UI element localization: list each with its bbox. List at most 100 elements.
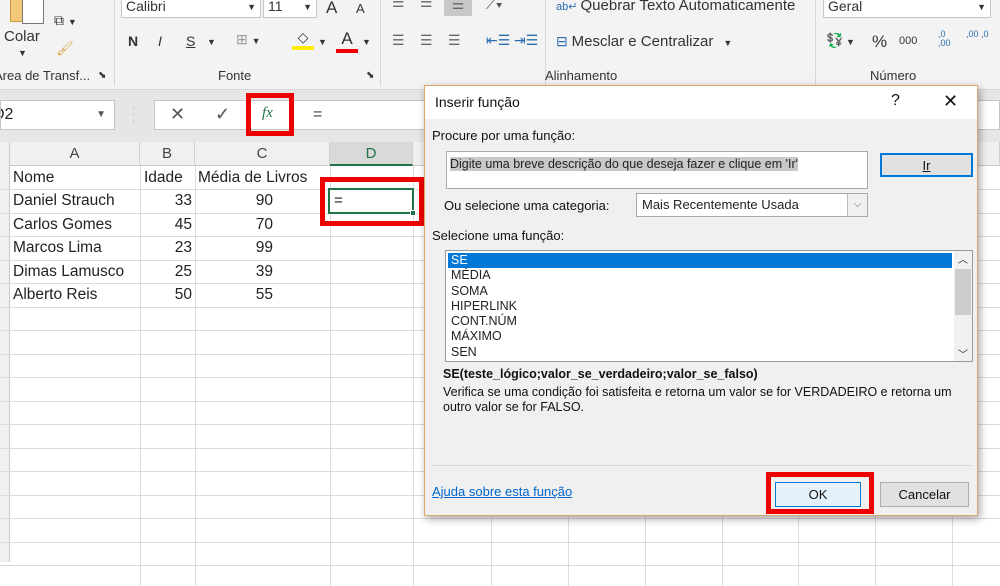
header-nome[interactable]: Nome [13,166,54,189]
decrease-decimal-button[interactable]: ,00 ,0 [966,30,992,39]
help-button[interactable]: ? [891,92,900,110]
underline-button[interactable]: S [186,33,195,49]
align-right-icon[interactable]: ☰ [448,32,461,49]
header-idade[interactable]: Idade [144,166,183,189]
font-size-select[interactable]: 11 ▼ [263,0,317,18]
font-color-button[interactable]: A [336,29,358,53]
paste-button[interactable]: Colar [4,28,40,45]
scroll-up-icon[interactable]: ︿ [954,251,972,267]
cell-age[interactable]: 25 [140,260,192,283]
cell-name[interactable]: Dimas Lamusco [13,260,124,283]
format-painter-icon[interactable]: 🖌 [56,40,74,57]
borders-icon[interactable]: ⊞ ▼ [236,31,261,48]
function-list-item[interactable]: CONT.NÚM [448,314,952,329]
wrap-text-label: Quebrar Texto Automaticamente [580,0,796,14]
shrink-font-button[interactable]: A [356,1,365,16]
close-button[interactable]: ✕ [943,91,958,112]
function-list-item[interactable]: SEN [448,345,952,360]
currency-icon[interactable]: 💱 ▼ [826,32,855,49]
column-header-a[interactable]: A [10,142,140,166]
column-header-d[interactable]: D [330,142,413,166]
font-color-dropdown-icon[interactable]: ▼ [362,37,371,47]
header-media[interactable]: Média de Livros [198,166,307,189]
number-format-select[interactable]: Geral ▼ [823,0,991,18]
function-list-item[interactable]: SE [448,253,952,269]
chevron-down-icon[interactable]: ⌵ [847,194,867,216]
merge-center-label: Mesclar e Centralizar [571,33,714,50]
percent-button[interactable]: % [872,32,887,52]
wrap-text-button[interactable]: ab↵ Quebrar Texto Automaticamente [556,0,795,14]
align-middle-icon[interactable]: ☰ [420,0,433,11]
cell-age[interactable]: 23 [140,236,192,259]
number-format-value: Geral [828,0,863,14]
cell-avg[interactable]: 70 [195,213,273,236]
row-gridline [0,565,1000,566]
column-gridline [413,166,414,586]
formula-input[interactable]: = [313,106,322,124]
function-list-item[interactable]: MÉDIA [448,268,952,283]
column-header-c[interactable]: C [195,142,330,166]
align-bottom-icon[interactable]: ☰ [444,0,472,16]
font-name-select[interactable]: Calibri ▼ [121,0,261,18]
cancel-formula-button[interactable]: ✕ [170,104,185,125]
help-link[interactable]: Ajuda sobre esta função [432,484,572,499]
clipboard-launcher-icon[interactable]: ⬊ [98,70,106,81]
list-scrollbar[interactable]: ︿ ﹀ [954,251,972,361]
function-list-item[interactable]: SOMA [448,284,952,299]
category-select-value: Mais Recentemente Usada [642,197,799,212]
highlight-fx-button [246,93,294,136]
orientation-icon[interactable]: ⟋▾ [486,0,503,13]
cell-age[interactable]: 50 [140,283,192,306]
thousands-button[interactable]: 000 [899,35,917,47]
cell-age[interactable]: 33 [140,189,192,212]
fill-color-icon[interactable]: ◇ [292,29,314,50]
alignment-group-label: Alinhamento [545,68,618,83]
search-input-text: Digite uma breve descrição do que deseja… [450,157,799,171]
cell-avg[interactable]: 90 [195,189,273,212]
paste-dropdown-icon[interactable]: ▼ [18,48,27,58]
cell-name[interactable]: Marcos Lima [13,236,102,259]
function-list-item[interactable]: MÁXIMO [448,329,952,344]
scroll-down-icon[interactable]: ﹀ [954,346,972,361]
cell-name[interactable]: Alberto Reis [13,283,97,306]
align-center-icon[interactable]: ☰ [420,32,433,49]
search-input[interactable]: Digite uma breve descrição do que deseja… [446,151,868,189]
dialog-title-bar: Inserir função ? ✕ [425,86,977,119]
scroll-thumb[interactable] [955,269,971,315]
cell-avg[interactable]: 55 [195,283,273,306]
font-launcher-icon[interactable]: ⬊ [366,70,374,81]
cell-avg[interactable]: 99 [195,236,273,259]
row-gridline [0,541,1000,543]
cell-name[interactable]: Carlos Gomes [13,213,112,236]
highlight-active-cell [320,177,424,226]
increase-indent-icon[interactable]: ⇥☰ [514,32,538,49]
align-left-icon[interactable]: ☰ [392,32,405,49]
underline-dropdown-icon[interactable]: ▼ [207,37,216,47]
column-header-b[interactable]: B [140,142,195,166]
fill-dropdown-icon[interactable]: ▼ [318,37,327,47]
go-button[interactable]: Ir [880,153,973,177]
decrease-indent-icon[interactable]: ⇤☰ [486,32,510,49]
cell-avg[interactable]: 39 [195,260,273,283]
enter-formula-button[interactable]: ✓ [215,104,230,125]
increase-decimal-button[interactable]: ,0 ,00 [938,30,960,48]
cell-age[interactable]: 45 [140,213,192,236]
copy-icon[interactable]: ⧉ ▼ [54,12,77,29]
formula-bar-grip[interactable]: · · · [132,103,135,127]
merge-center-button[interactable]: ⊟ Mesclar e Centralizar ▼ [556,33,732,50]
dialog-divider [432,465,972,466]
column-gridline [330,166,331,586]
grow-font-button[interactable]: A [326,0,337,18]
dialog-title: Inserir função [435,94,520,110]
cancel-button[interactable]: Cancelar [880,482,969,507]
function-description: Verifica se uma condição foi satisfeita … [443,385,952,414]
cell-name[interactable]: Daniel Strauch [13,189,115,212]
function-list[interactable]: SE MÉDIA SOMA HIPERLINK CONT.NÚM MÁXIMO SEN ︿ … [445,250,973,362]
italic-button[interactable]: I [158,33,162,49]
bold-button[interactable]: N [128,33,138,49]
ribbon: Colar ▼ ⧉ ▼ 🖌 Área de Transf... ⬊ Calibr… [0,0,1000,90]
name-box[interactable]: D2▼ [0,100,115,130]
align-top-icon[interactable]: ☰ [392,0,405,11]
category-select[interactable]: Mais Recentemente Usada ⌵ [636,193,868,217]
function-list-item[interactable]: HIPERLINK [448,299,952,314]
